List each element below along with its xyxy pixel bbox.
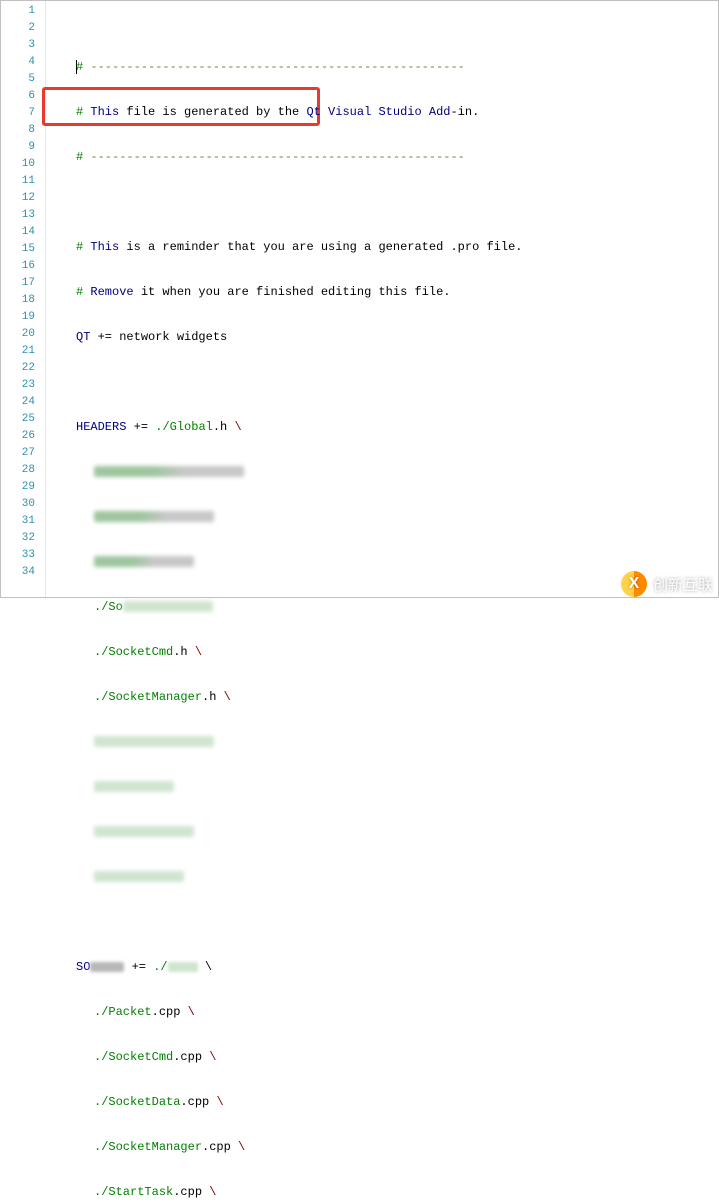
- code-line[interactable]: [52, 554, 718, 571]
- code-line[interactable]: ./StartTask.cpp \: [52, 1184, 718, 1201]
- code-line[interactable]: [52, 869, 718, 886]
- line-number: 27: [1, 445, 45, 462]
- line-number: 7: [1, 105, 45, 122]
- line-number: 30: [1, 496, 45, 513]
- line-number: 5: [1, 71, 45, 88]
- line-number: 24: [1, 394, 45, 411]
- line-number: 19: [1, 309, 45, 326]
- code-area[interactable]: # --------------------------------------…: [46, 1, 718, 597]
- code-line[interactable]: ./SocketData.cpp \: [52, 1094, 718, 1111]
- code-line[interactable]: # This is a reminder that you are using …: [52, 239, 718, 256]
- code-line[interactable]: [52, 779, 718, 796]
- line-number: 4: [1, 54, 45, 71]
- line-number: 20: [1, 326, 45, 343]
- line-number: 3: [1, 37, 45, 54]
- code-line[interactable]: # Remove it when you are finished editin…: [52, 284, 718, 301]
- line-number: 18: [1, 292, 45, 309]
- redacted-text: [94, 826, 194, 837]
- line-number-gutter: 1 2 3 4 5 6 7 8 9 10 11 12 13 14 15 16 1…: [1, 1, 46, 597]
- redacted-text: [94, 556, 194, 567]
- redacted-text: [94, 871, 184, 882]
- line-number: 13: [1, 207, 45, 224]
- code-line[interactable]: ./SocketCmd.cpp \: [52, 1049, 718, 1066]
- code-line[interactable]: ./SocketManager.h \: [52, 689, 718, 706]
- redacted-text: [123, 601, 213, 612]
- redacted-text: [168, 962, 198, 972]
- line-number: 26: [1, 428, 45, 445]
- redacted-text: [94, 466, 244, 477]
- line-number: 28: [1, 462, 45, 479]
- line-number: 21: [1, 343, 45, 360]
- code-line[interactable]: # --------------------------------------…: [52, 149, 718, 166]
- line-number: 11: [1, 173, 45, 190]
- line-number: 22: [1, 360, 45, 377]
- line-number: 12: [1, 190, 45, 207]
- code-line[interactable]: SO += ./ \: [52, 959, 718, 976]
- code-line[interactable]: QT += network widgets: [52, 329, 718, 346]
- line-number: 32: [1, 530, 45, 547]
- line-number: 15: [1, 241, 45, 258]
- code-editor[interactable]: 1 2 3 4 5 6 7 8 9 10 11 12 13 14 15 16 1…: [0, 0, 719, 598]
- line-number: 6: [1, 88, 45, 105]
- code-line[interactable]: [52, 194, 718, 211]
- code-line[interactable]: [52, 734, 718, 751]
- code-line[interactable]: ./Packet.cpp \: [52, 1004, 718, 1021]
- code-line[interactable]: [52, 509, 718, 526]
- code-line[interactable]: [52, 464, 718, 481]
- line-number: 23: [1, 377, 45, 394]
- code-line[interactable]: [52, 824, 718, 841]
- code-line[interactable]: HEADERS += ./Global.h \: [52, 419, 718, 436]
- line-number: 9: [1, 139, 45, 156]
- line-number: 16: [1, 258, 45, 275]
- line-number: 14: [1, 224, 45, 241]
- code-line[interactable]: [52, 374, 718, 391]
- line-number: 17: [1, 275, 45, 292]
- code-line[interactable]: # --------------------------------------…: [52, 59, 718, 76]
- line-number: 29: [1, 479, 45, 496]
- redacted-text: [94, 736, 214, 747]
- line-number: 25: [1, 411, 45, 428]
- code-line[interactable]: # This file is generated by the Qt Visua…: [52, 104, 718, 121]
- code-line[interactable]: [52, 914, 718, 931]
- redacted-text: [94, 781, 174, 792]
- line-number: 31: [1, 513, 45, 530]
- code-line[interactable]: ./SocketCmd.h \: [52, 644, 718, 661]
- line-number: 34: [1, 564, 45, 581]
- code-line[interactable]: ./SocketManager.cpp \: [52, 1139, 718, 1156]
- line-number: 10: [1, 156, 45, 173]
- line-number: 33: [1, 547, 45, 564]
- redacted-text: [90, 962, 124, 972]
- redacted-text: [94, 511, 214, 522]
- code-line[interactable]: ./So: [52, 599, 718, 616]
- line-number: 8: [1, 122, 45, 139]
- line-number: 2: [1, 20, 45, 37]
- line-number: 1: [1, 3, 45, 20]
